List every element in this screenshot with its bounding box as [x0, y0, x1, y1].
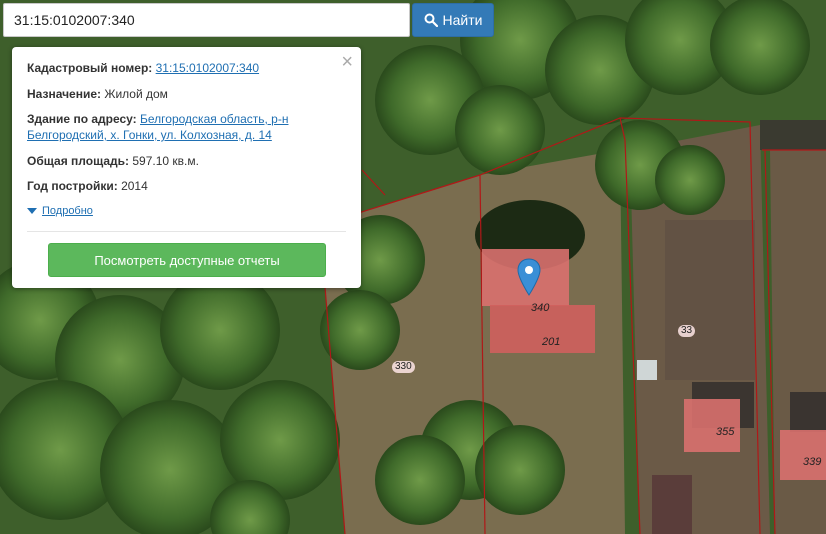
search-icon	[424, 13, 438, 27]
cadastral-link[interactable]: 31:15:0102007:340	[156, 61, 259, 75]
year-row: Год постройки: 2014	[27, 178, 148, 194]
info-popup: × Кадастровый номер: 31:15:0102007:340 Н…	[12, 47, 361, 288]
search-button-label: Найти	[442, 12, 483, 28]
building-label: 339	[803, 456, 822, 468]
address-row: Здание по адресу: Белгородская область, …	[27, 111, 327, 143]
divider	[27, 231, 346, 232]
parcel-label: 330	[392, 361, 415, 373]
close-icon[interactable]: ×	[341, 52, 353, 72]
cadastral-label: Кадастровый номер:	[27, 61, 153, 75]
building-label: 340	[531, 302, 550, 314]
purpose-label: Назначение:	[27, 87, 102, 101]
purpose-row: Назначение: Жилой дом	[27, 86, 168, 102]
year-value: 2014	[121, 179, 148, 193]
address-label: Здание по адресу:	[27, 112, 137, 126]
search-button[interactable]: Найти	[412, 3, 494, 37]
building-label: 201	[542, 336, 561, 348]
caret-down-icon	[27, 208, 37, 214]
building-label: 355	[716, 426, 735, 438]
area-label: Общая площадь:	[27, 154, 130, 168]
cadastral-row: Кадастровый номер: 31:15:0102007:340	[27, 60, 259, 76]
area-row: Общая площадь: 597.10 кв.м.	[27, 153, 199, 169]
year-label: Год постройки:	[27, 179, 118, 193]
search-input[interactable]	[3, 3, 410, 37]
view-reports-button[interactable]: Посмотреть доступные отчеты	[48, 243, 326, 277]
details-label: Подробно	[42, 205, 93, 217]
parcel-label: 33	[678, 325, 696, 337]
purpose-value: Жилой дом	[104, 87, 168, 101]
details-toggle[interactable]: Подробно	[27, 205, 93, 217]
area-value: 597.10 кв.м.	[132, 154, 199, 168]
